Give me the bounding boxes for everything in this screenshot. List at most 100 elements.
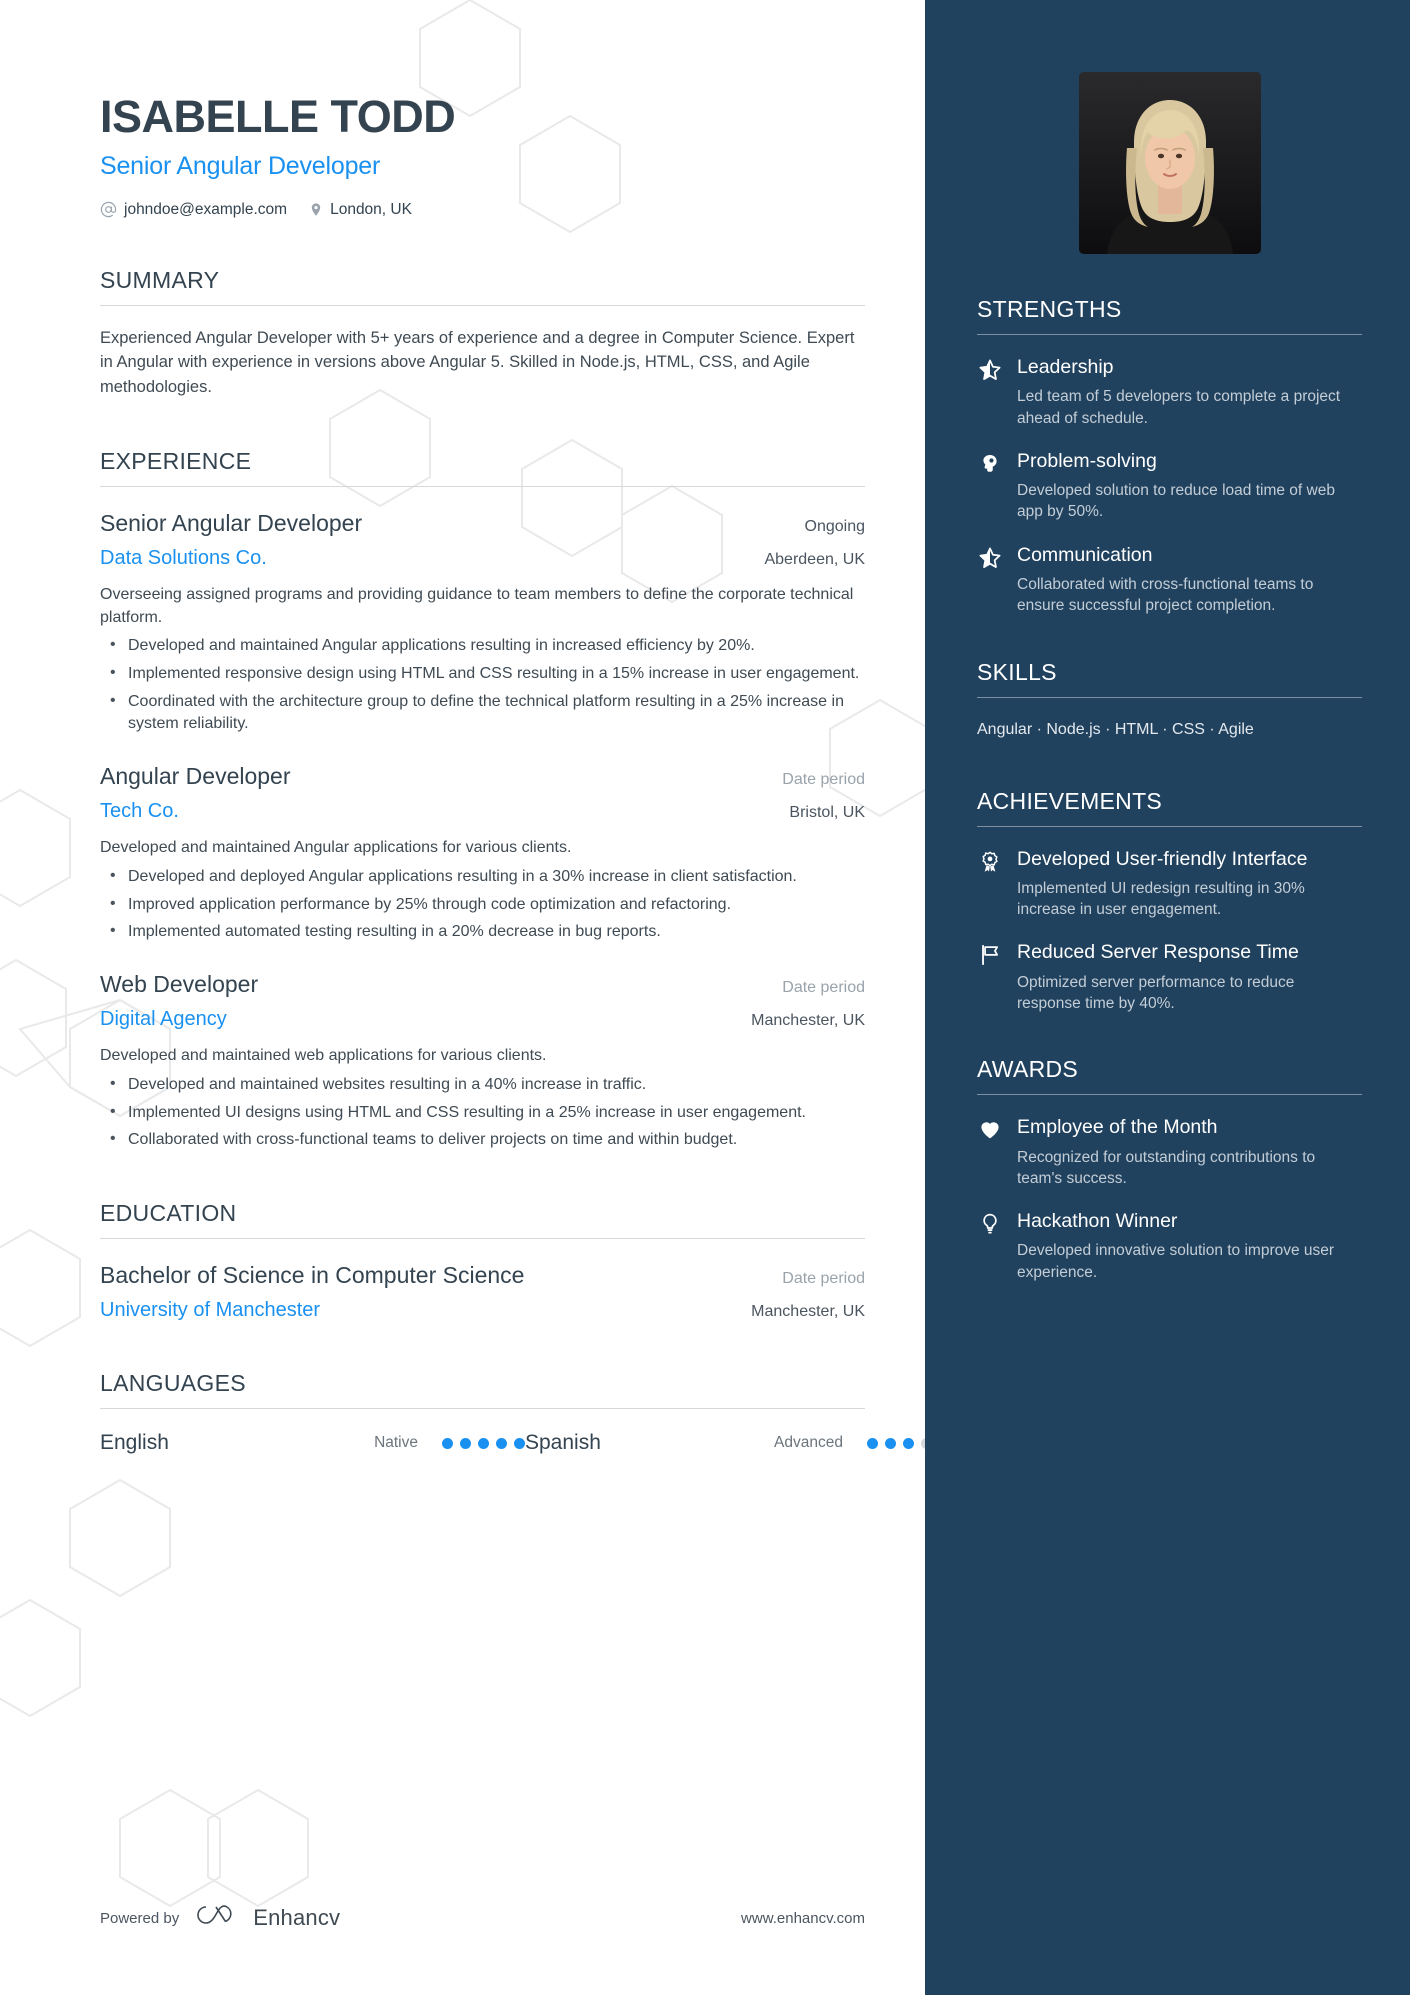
education-list: Bachelor of Science in Computer Science … — [100, 1261, 865, 1322]
avatar — [1078, 72, 1261, 254]
language-name: Spanish — [525, 1431, 601, 1454]
star-half-icon — [977, 543, 1003, 617]
list-item: Developed and maintained websites result… — [100, 1073, 865, 1097]
experience-company[interactable]: Digital Agency — [100, 1008, 227, 1031]
experience-heading: EXPERIENCE — [100, 448, 865, 487]
strength-title: Problem-solving — [1017, 449, 1157, 472]
language-name: English — [100, 1431, 169, 1454]
experience-description: Overseeing assigned programs and providi… — [100, 585, 854, 626]
experience-company[interactable]: Data Solutions Co. — [100, 547, 267, 570]
strength-description: Collaborated with cross-functional teams… — [1017, 576, 1314, 615]
list-item: Developed and deployed Angular applicati… — [100, 865, 865, 889]
experience-date: Date period — [782, 771, 865, 789]
education-org-line: University of Manchester Manchester, UK — [100, 1293, 865, 1322]
achievement-title: Reduced Server Response Time — [1017, 941, 1299, 964]
strengths-heading: STRENGTHS — [977, 296, 1362, 335]
experience-entry-header: Senior Angular Developer Ongoing — [100, 509, 865, 537]
rating-dot — [460, 1437, 471, 1449]
summary-text: Experienced Angular Developer with 5+ ye… — [100, 328, 855, 397]
achievement-description: Optimized server performance to reduce r… — [1017, 973, 1295, 1012]
award-item: Hackathon Winner Developed innovative so… — [977, 1209, 1362, 1283]
experience-entry-header: Web Developer Date period — [100, 970, 865, 998]
page-title: ISABELLE TODD — [100, 91, 456, 142]
education-entry: Bachelor of Science in Computer Science … — [100, 1261, 865, 1322]
strength-title: Leadership — [1017, 356, 1114, 378]
at-sign-icon — [100, 201, 117, 218]
lightbulb-icon — [977, 1209, 1003, 1283]
experience-org-line: Tech Co. Bristol, UK — [100, 794, 865, 823]
experience-location: Manchester, UK — [751, 1012, 865, 1030]
brand-name: Enhancv — [253, 1905, 341, 1930]
map-pin-icon — [309, 201, 323, 218]
experience-bullets: Developed and maintained Angular applica… — [100, 634, 865, 736]
award-description: Developed innovative solution to improve… — [1017, 1242, 1335, 1281]
achievement-title: Developed User-friendly Interface — [1017, 847, 1308, 870]
heart-icon — [977, 1115, 1003, 1189]
strength-item: Leadership Led team of 5 developers to c… — [977, 355, 1362, 429]
strength-item: Communication Collaborated with cross-fu… — [977, 543, 1362, 617]
award-body: Employee of the Month Recognized for out… — [1017, 1115, 1362, 1189]
languages-row: English Native Spanish Advanced — [100, 1431, 950, 1455]
rating-dot — [478, 1437, 489, 1449]
strength-body: Problem-solving Developed solution to re… — [1017, 449, 1362, 523]
experience-list: Senior Angular Developer Ongoing Data So… — [100, 509, 865, 1152]
experience-company[interactable]: Tech Co. — [100, 800, 179, 823]
footer-brand: Powered by Enhancv — [100, 1903, 340, 1933]
experience-bullets: Developed and deployed Angular applicati… — [100, 865, 865, 944]
photo-wrap — [977, 72, 1362, 254]
award-medal-icon — [977, 847, 1003, 921]
rating-dot — [903, 1437, 914, 1449]
list-item: Implemented automated testing resulting … — [100, 920, 865, 944]
section-experience: EXPERIENCE Senior Angular Developer Ongo… — [100, 448, 865, 1152]
education-school[interactable]: University of Manchester — [100, 1299, 320, 1322]
strength-item: Problem-solving Developed solution to re… — [977, 449, 1362, 523]
education-entry-header: Bachelor of Science in Computer Science … — [100, 1261, 865, 1289]
strength-body: Leadership Led team of 5 developers to c… — [1017, 355, 1362, 429]
education-location: Manchester, UK — [751, 1303, 865, 1320]
job-headline: Senior Angular Developer — [100, 151, 381, 180]
achievement-item: Reduced Server Response Time Optimized s… — [977, 940, 1362, 1014]
contact-row: johndoe@example.com London, UK — [100, 201, 865, 219]
language-item: English Native — [100, 1431, 525, 1455]
rating-dot — [442, 1437, 453, 1449]
list-item: Improved application performance by 25% … — [100, 893, 865, 917]
sidebar: STRENGTHS Leadership Led team of 5 devel… — [925, 0, 1410, 1995]
list-item: Implemented UI designs using HTML and CS… — [100, 1101, 865, 1125]
list-item: Coordinated with the architecture group … — [100, 690, 865, 736]
experience-location: Bristol, UK — [789, 804, 865, 822]
flag-icon — [977, 940, 1003, 1014]
strength-body: Communication Collaborated with cross-fu… — [1017, 543, 1362, 617]
achievements-heading: ACHIEVEMENTS — [977, 788, 1362, 827]
experience-entry: Senior Angular Developer Ongoing Data So… — [100, 509, 865, 736]
education-heading: EDUCATION — [100, 1200, 865, 1239]
experience-date: Ongoing — [804, 517, 866, 535]
experience-role: Angular Developer — [100, 763, 291, 790]
rating-dot — [885, 1437, 896, 1449]
section-awards: AWARDS Employee of the Month Recognized … — [977, 1056, 1362, 1283]
powered-by-label: Powered by — [100, 1909, 180, 1927]
experience-description: Developed and maintained Angular applica… — [100, 839, 572, 857]
experience-entry: Web Developer Date period Digital Agency… — [100, 970, 865, 1152]
contact-email[interactable]: johndoe@example.com — [100, 201, 287, 219]
star-half-icon — [977, 355, 1003, 429]
achievement-description: Implemented UI redesign resulting in 30%… — [1017, 879, 1305, 919]
experience-entry-header: Angular Developer Date period — [100, 762, 865, 790]
languages-heading: LANGUAGES — [100, 1370, 865, 1409]
main-column: ISABELLE TODD Senior Angular Developer j… — [0, 0, 950, 1995]
skills-list: Angular · Node.js · HTML · CSS · Agile — [977, 720, 1254, 738]
rating-dot — [514, 1437, 525, 1449]
section-education: EDUCATION Bachelor of Science in Compute… — [100, 1200, 865, 1322]
rating-dot — [867, 1437, 878, 1449]
language-level: Advanced — [774, 1434, 843, 1451]
footer-website[interactable]: www.enhancv.com — [741, 1910, 865, 1927]
experience-bullets: Developed and maintained websites result… — [100, 1073, 865, 1152]
awards-heading: AWARDS — [977, 1056, 1362, 1096]
award-item: Employee of the Month Recognized for out… — [977, 1115, 1362, 1189]
contact-location: London, UK — [309, 201, 412, 219]
achievement-body: Developed User-friendly Interface Implem… — [1017, 847, 1362, 921]
achievement-body: Reduced Server Response Time Optimized s… — [1017, 940, 1362, 1014]
achievements-list: Developed User-friendly Interface Implem… — [977, 847, 1362, 1015]
experience-role: Senior Angular Developer — [100, 509, 363, 536]
experience-description: Developed and maintained web application… — [100, 1047, 547, 1065]
head-brain-icon — [977, 449, 1003, 523]
